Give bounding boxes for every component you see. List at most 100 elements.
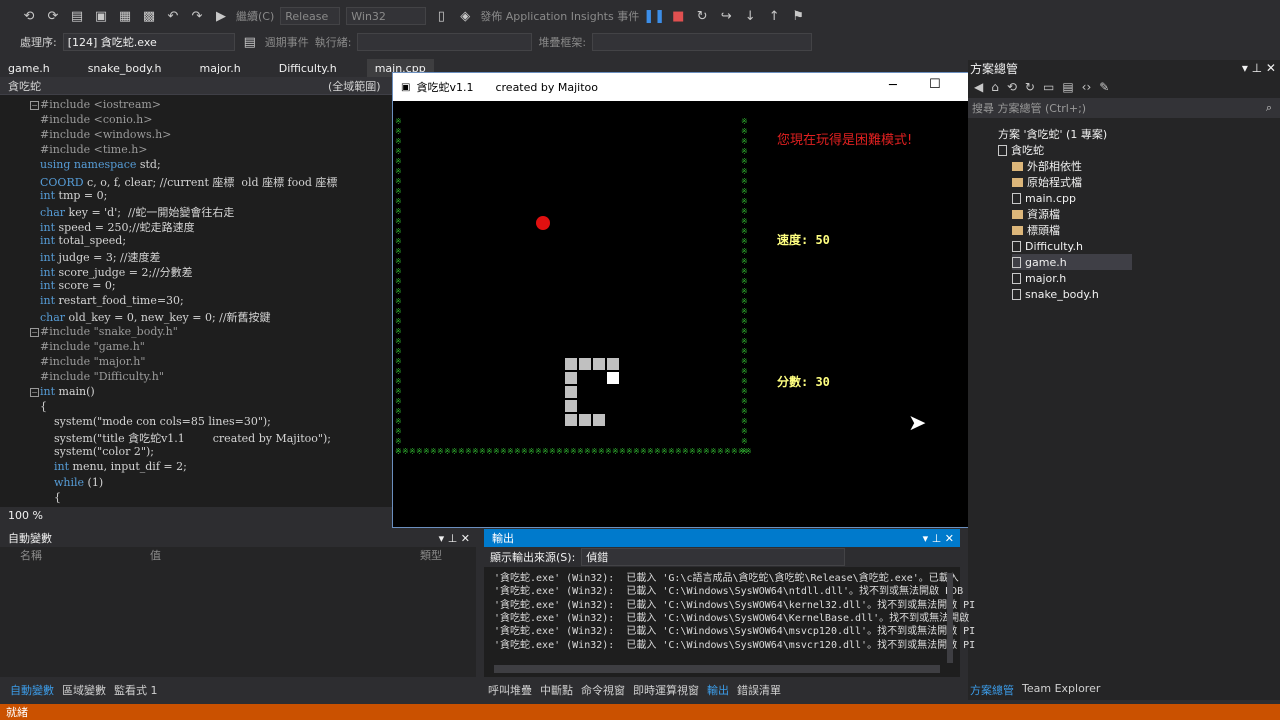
code-line[interactable]: int judge = 3; //速度差 — [40, 249, 160, 264]
maximize-icon[interactable]: ☐ — [929, 77, 941, 92]
code-line[interactable]: { — [40, 491, 61, 506]
solution-item[interactable]: major.h — [1012, 270, 1066, 286]
solution-node[interactable]: 方案 '貪吃蛇' (1 專案) — [998, 126, 1107, 142]
step-over-icon[interactable]: ↪ — [717, 7, 735, 25]
bottom-tab[interactable]: 區域變數 — [62, 682, 106, 698]
save-icon[interactable]: ▦ — [116, 7, 134, 25]
code-line[interactable]: int main() — [40, 385, 95, 400]
solution-item[interactable]: 資源檔 — [1012, 206, 1060, 222]
game-window-titlebar[interactable]: ▣ 貪吃蛇v1.1 created by Majitoo ─ ☐ ✕ — [393, 73, 997, 101]
global-scope-select[interactable]: (全域範圍) — [320, 78, 381, 94]
solution-item[interactable]: game.h — [1012, 254, 1132, 270]
code-line[interactable]: int restart_food_time=30; — [40, 294, 184, 309]
step-into-icon[interactable]: ↓ — [741, 7, 759, 25]
restart-icon[interactable]: ↻ — [693, 7, 711, 25]
view-code-icon[interactable]: ‹› — [1082, 80, 1092, 94]
code-line[interactable]: { — [40, 400, 47, 415]
code-line[interactable]: #include <time.h> — [40, 143, 148, 158]
tab-major-h[interactable]: major.h — [191, 59, 248, 77]
stop-icon[interactable]: ■ — [669, 7, 687, 25]
lifecycle-icon[interactable]: ▤ — [241, 33, 259, 51]
redo-icon[interactable]: ↷ — [188, 7, 206, 25]
forward-icon[interactable]: ⟳ — [44, 7, 62, 25]
config-select[interactable]: Release — [280, 7, 341, 25]
solution-item[interactable]: 標頭檔 — [1012, 222, 1060, 238]
solution-item[interactable]: snake_body.h — [1012, 286, 1099, 302]
new-project-icon[interactable]: ▤ — [68, 7, 86, 25]
code-line[interactable]: char old_key = 0, new_key = 0; //新舊按鍵 — [40, 309, 271, 324]
code-line[interactable]: #include "Difficulty.h" — [40, 370, 164, 385]
undo-icon[interactable]: ↶ — [164, 7, 182, 25]
bottom-tab[interactable]: 中斷點 — [540, 682, 573, 698]
solution-item[interactable]: Difficulty.h — [1012, 238, 1083, 254]
bottom-tab[interactable]: 錯誤清單 — [737, 682, 781, 698]
code-line[interactable]: char key = 'd'; //蛇一開始變會往右走 — [40, 204, 234, 219]
pin-icon[interactable]: ▾ ⊥ ✕ — [1242, 61, 1280, 75]
bookmark-icon[interactable]: ⚑ — [789, 7, 807, 25]
tab-game-h[interactable]: game.h — [0, 59, 58, 77]
autos-col-type[interactable]: 類型 — [420, 547, 442, 563]
code-line[interactable]: #include <windows.h> — [40, 128, 171, 143]
solexp-search[interactable]: 搜尋 方案總管 (Ctrl+;) ⌕ — [968, 98, 1280, 118]
back-icon[interactable]: ⟲ — [20, 7, 38, 25]
game-console-window[interactable]: ▣ 貪吃蛇v1.1 created by Majitoo ─ ☐ ✕ ※※※※※… — [392, 72, 998, 528]
tab-snake_body-h[interactable]: snake_body.h — [80, 59, 170, 77]
home-icon[interactable]: ⌂ — [991, 80, 999, 94]
thread-select[interactable] — [357, 33, 533, 51]
step-out-icon[interactable]: ↑ — [765, 7, 783, 25]
code-line[interactable]: while (1) — [40, 476, 103, 491]
autos-col-name[interactable]: 名稱 — [0, 547, 150, 563]
code-line[interactable]: int speed = 250;//蛇走路速度 — [40, 219, 195, 234]
platform-select[interactable]: Win32 — [346, 7, 427, 25]
sync-icon[interactable]: ⟲ — [1007, 80, 1017, 94]
project-node[interactable]: 貪吃蛇 — [998, 142, 1044, 158]
output-window-controls[interactable]: ▾ ⊥ ✕ — [923, 532, 960, 545]
collapse-all-icon[interactable]: ▭ — [1043, 80, 1054, 94]
bottom-tab[interactable]: 自動變數 — [10, 682, 54, 698]
code-line[interactable]: int menu, input_dif = 2; — [40, 460, 187, 475]
device-icon[interactable]: ▯ — [432, 7, 450, 25]
refresh-icon[interactable]: ↻ — [1025, 80, 1035, 94]
code-line[interactable]: #include "game.h" — [40, 340, 145, 355]
autos-window-controls[interactable]: ▾ ⊥ ✕ — [439, 532, 476, 545]
insights-label[interactable]: 發佈 Application Insights 事件 — [480, 8, 639, 24]
project-scope-select[interactable]: 貪吃蛇 — [0, 78, 320, 94]
code-line[interactable]: int total_speed; — [40, 234, 126, 249]
code-line[interactable]: #include <conio.h> — [40, 113, 152, 128]
code-line[interactable]: using namespace std; — [40, 158, 161, 173]
process-select[interactable]: [124] 貪吃蛇.exe — [62, 33, 235, 51]
continue-label[interactable]: 繼續(C) — [236, 8, 274, 24]
code-editor[interactable]: #include <iostream> − #include <conio.h> #i… — [0, 95, 392, 507]
tab-difficulty-h[interactable]: Difficulty.h — [271, 59, 345, 77]
minimize-icon[interactable]: ─ — [889, 78, 897, 93]
bottom-tab[interactable]: Team Explorer — [1022, 682, 1100, 698]
continue-icon[interactable]: ▶ — [212, 7, 230, 25]
code-line[interactable]: #include "snake_body.h" — [40, 325, 178, 340]
collapse-toggle-icon[interactable]: − — [30, 101, 39, 110]
code-line[interactable]: int score = 0; — [40, 279, 116, 294]
output-hscrollbar[interactable] — [494, 665, 940, 673]
code-line[interactable]: COORD c, o, f, clear; //current 座標 old 座… — [40, 174, 337, 189]
show-all-icon[interactable]: ▤ — [1062, 80, 1073, 94]
pause-icon[interactable]: ❚❚ — [643, 7, 665, 25]
save-all-icon[interactable]: ▩ — [140, 7, 158, 25]
bottom-tab[interactable]: 命令視窗 — [581, 682, 625, 698]
output-vscrollbar[interactable] — [947, 573, 953, 663]
output-source-select[interactable]: 偵錯 — [581, 548, 846, 566]
zoom-level[interactable]: 100 % — [0, 509, 43, 522]
lifecycle-label[interactable]: 週期事件 — [265, 34, 309, 50]
bottom-tab[interactable]: 即時運算視窗 — [633, 682, 699, 698]
solution-item[interactable]: 原始程式檔 — [1012, 174, 1082, 190]
code-line[interactable]: #include <iostream> — [40, 98, 161, 113]
code-line[interactable]: int tmp = 0; — [40, 189, 107, 204]
output-text[interactable]: '貪吃蛇.exe' (Win32): 已載入 'G:\c語言成品\貪吃蛇\貪吃蛇… — [484, 569, 975, 659]
collapse-toggle-icon[interactable]: − — [30, 387, 39, 397]
autos-col-value[interactable]: 值 — [150, 547, 420, 563]
insights-icon[interactable]: ◈ — [456, 7, 474, 25]
properties-icon[interactable]: ✎ — [1099, 80, 1109, 94]
collapse-toggle-icon[interactable]: − — [30, 327, 39, 337]
bottom-tab[interactable]: 呼叫堆疊 — [488, 682, 532, 698]
code-line[interactable]: system("color 2"); — [40, 445, 154, 460]
bottom-tab[interactable]: 監看式 1 — [114, 682, 158, 698]
bottom-tab[interactable]: 輸出 — [707, 682, 729, 698]
